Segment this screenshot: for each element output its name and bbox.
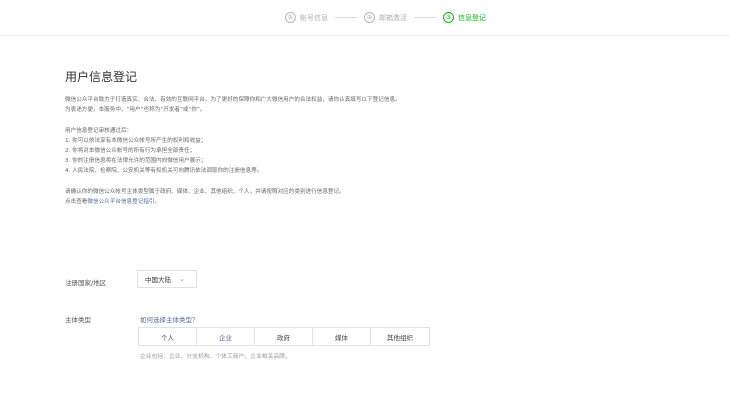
registration-stepper: ① 帐号信息 ② 邮箱激活 ③ 信息登记 (0, 0, 730, 36)
subject-help-link[interactable]: 如何选择主体类型？ (140, 314, 199, 324)
region-label: 注册国家/地区 (65, 279, 107, 287)
step-label: 邮箱激活 (379, 13, 407, 22)
subject-type-other-org[interactable]: 其他组织 (371, 328, 429, 345)
registration-content: 用户信息登记 微信公众平台致力于打造真实、合法、有效的互联网平台。为了更好的保障… (65, 68, 685, 207)
step-number: ② (364, 12, 375, 23)
page-title: 用户信息登记 (65, 70, 138, 84)
step-number: ① (285, 12, 296, 23)
subject-type-personal[interactable]: 个人 (139, 328, 197, 345)
confirm-text: 请确认你的微信公众帐号主体类型属于政府、媒体、企业、其他组织、个人，并请按照对应… (65, 189, 345, 195)
rights-item: 1. 你可以依法享有本微信公众帐号所产生的权利和收益； (65, 138, 207, 144)
step-account-info: ① 帐号信息 (285, 12, 328, 23)
rights-item: 3. 你的注册信息将在法律允许的范围内向微信用户展示； (65, 158, 207, 164)
subject-type-media[interactable]: 媒体 (313, 328, 371, 345)
region-value: 中国大陆 (145, 276, 171, 284)
region-select[interactable]: 中国大陆 ⌄ (137, 270, 197, 288)
step-email-activation: ② 邮箱激活 (364, 12, 407, 23)
guide-link[interactable]: 微信公众平台信息登记指引 (87, 199, 154, 205)
rights-heading: 用户信息登记审核通过后： (65, 128, 133, 134)
guide-prefix: 点击查看 (65, 199, 88, 205)
step-connector (414, 17, 436, 18)
subject-type-tabs: 个人 企业 政府 媒体 其他组织 (138, 327, 430, 346)
step-info-registration: ③ 信息登记 (443, 12, 486, 23)
rights-item: 4. 人民法院、检察院、公安机关等有权机关可向腾讯依法调取你的注册信息等。 (65, 168, 263, 174)
subject-type-enterprise[interactable]: 企业 (197, 328, 255, 345)
step-label: 信息登记 (458, 13, 486, 22)
step-connector (335, 17, 357, 18)
subject-type-note: 企业包括：企业、分支机构、个体工商户、企业相关品牌。 (140, 354, 291, 360)
guide-suffix: 。 (154, 199, 161, 205)
step-number: ③ (443, 12, 454, 23)
subject-type-government[interactable]: 政府 (255, 328, 313, 345)
intro-line: 为表述方便，本服务中，“用户”也称为“开发者”或“你”。 (65, 107, 206, 113)
intro-line: 微信公众平台致力于打造真实、合法、有效的互联网平台。为了更好的保障你和广大微信用… (65, 97, 401, 103)
step-label: 帐号信息 (300, 13, 328, 22)
subject-label: 主体类型 (65, 316, 91, 324)
guide-line: 点击查看微信公众平台信息登记指引。 (65, 197, 685, 207)
chevron-down-icon: ⌄ (179, 275, 185, 283)
steps: ① 帐号信息 ② 邮箱激活 ③ 信息登记 (285, 12, 486, 23)
rights-item: 2. 你将对本微信公众帐号的所有行为承担全部责任； (65, 148, 196, 154)
